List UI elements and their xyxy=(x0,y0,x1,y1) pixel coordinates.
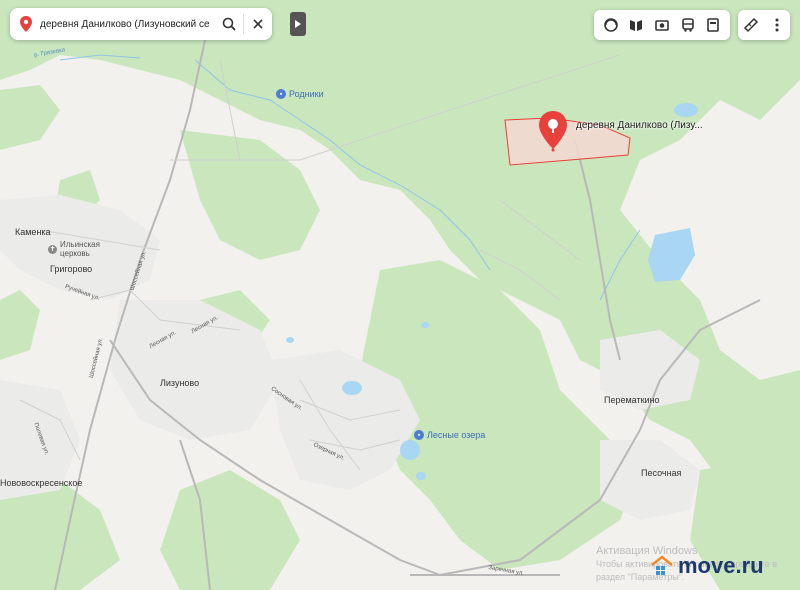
church-icon: ✝ xyxy=(48,244,57,254)
place-label-permatkino: Перематкино xyxy=(604,395,660,405)
tools-toolbar xyxy=(738,10,790,40)
collapse-panel-button[interactable] xyxy=(290,12,306,36)
layers-icon xyxy=(603,18,618,32)
close-icon xyxy=(253,19,263,29)
panorama-button[interactable] xyxy=(625,14,647,36)
search-input[interactable]: деревня Данилково (Лизуновский се xyxy=(40,19,215,30)
place-label-pesochnaya: Песочная xyxy=(641,468,682,478)
house-icon xyxy=(651,555,673,575)
transit-icon xyxy=(681,18,694,32)
photo-button[interactable] xyxy=(651,14,673,36)
place-label-grigorovo: Григорово xyxy=(50,264,93,274)
play-icon xyxy=(295,20,301,28)
marker-label: деревня Данилково (Лизу... xyxy=(576,120,703,131)
location-pin-icon[interactable] xyxy=(537,110,569,150)
traffic-icon xyxy=(707,18,719,32)
layers-button[interactable] xyxy=(600,14,622,36)
transit-button[interactable] xyxy=(677,14,699,36)
traffic-button[interactable] xyxy=(702,14,724,36)
panorama-icon xyxy=(630,20,643,31)
ruler-button[interactable] xyxy=(740,14,762,36)
search-icon xyxy=(222,17,236,31)
ruler-icon xyxy=(743,17,759,33)
poi-lesnye-ozera-label: Лесные озера xyxy=(427,430,486,440)
map-canvas[interactable] xyxy=(0,0,800,590)
brand-name: move.ru xyxy=(678,553,764,578)
search-button[interactable] xyxy=(215,8,243,40)
brand-logo: move.ru xyxy=(650,553,764,579)
resort-icon: ▪ xyxy=(414,430,424,440)
photo-icon xyxy=(655,20,669,31)
search-bar: деревня Данилково (Лизуновский се xyxy=(10,8,272,40)
poi-rodniki-label: Родники xyxy=(289,89,324,99)
church-label: Ильинская церковь xyxy=(60,240,100,258)
more-button[interactable] xyxy=(766,14,788,36)
pin-icon xyxy=(20,16,32,32)
poi-lesnye-ozera[interactable]: ▪ Лесные озера xyxy=(414,430,485,440)
more-icon xyxy=(775,18,779,32)
resort-icon: ▪ xyxy=(276,89,286,99)
map-layers-toolbar xyxy=(594,10,730,40)
poi-rodniki[interactable]: ▪ Родники xyxy=(276,89,324,99)
church-poi[interactable]: ✝ Ильинская церковь xyxy=(48,240,112,258)
place-label-kamenka: Каменка xyxy=(15,227,51,237)
clear-button[interactable] xyxy=(244,8,272,40)
place-label-novovoskresenskoe: Нововоскресенское xyxy=(0,478,83,488)
place-label-lizunovo: Лизуново xyxy=(160,378,200,388)
